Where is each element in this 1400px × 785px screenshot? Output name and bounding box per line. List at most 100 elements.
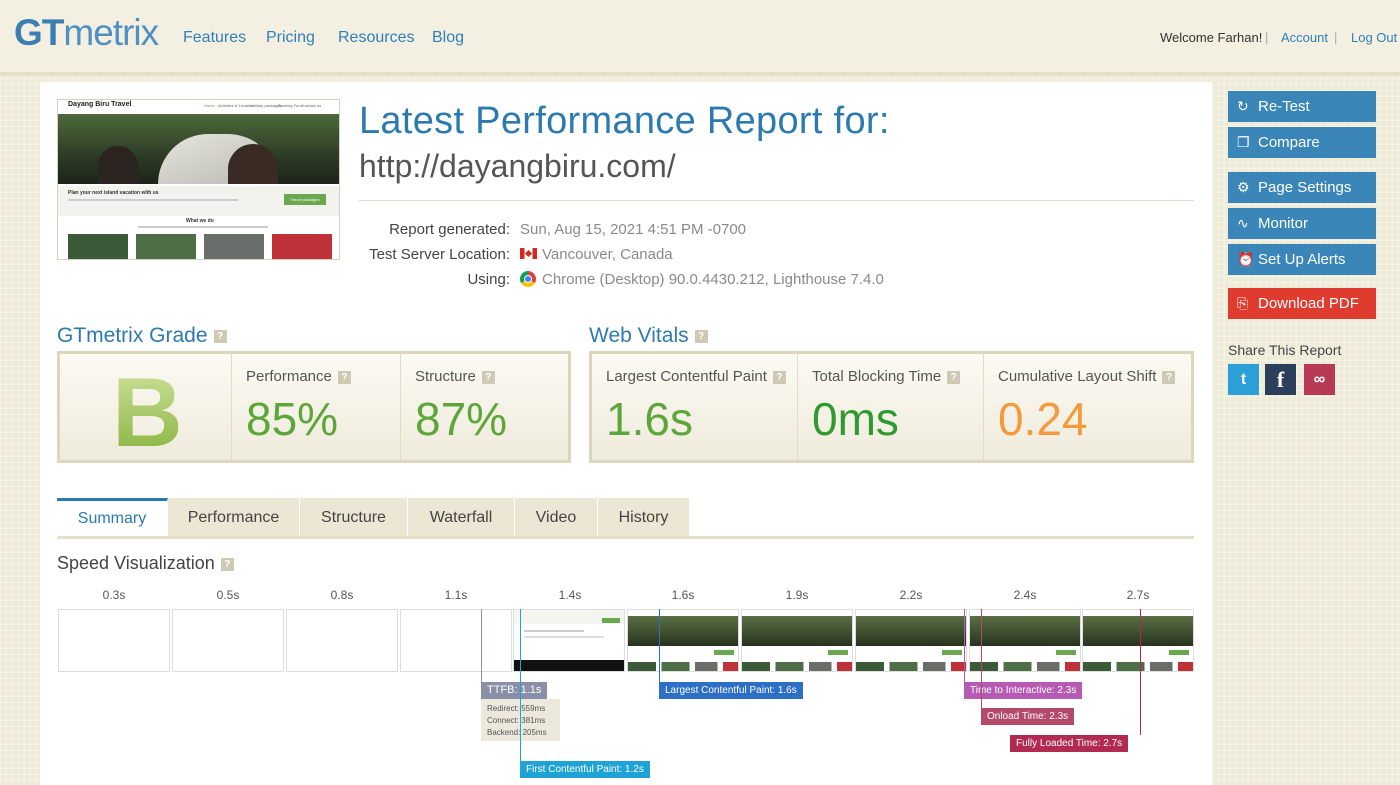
- help-icon[interactable]: ?: [220, 557, 234, 571]
- tbt-cell: Total Blocking Time? 0ms: [798, 354, 984, 460]
- film-time: 2.2s: [899, 588, 923, 602]
- tab-underline: [57, 536, 1194, 539]
- onload-line: [981, 609, 982, 708]
- monitor-button[interactable]: ∿ Monitor: [1228, 208, 1376, 239]
- help-icon[interactable]: ?: [213, 329, 227, 343]
- film-time: 0.3s: [102, 588, 126, 602]
- header: GTmetrix Features Pricing Resources Blog…: [0, 0, 1400, 76]
- thumb-menu: Holiday packages: [250, 103, 282, 108]
- tab-performance[interactable]: Performance: [168, 498, 300, 538]
- page-settings-button[interactable]: ⚙ Page Settings: [1228, 172, 1376, 203]
- share-label: Share This Report: [1228, 342, 1342, 358]
- gear-icon: ⚙: [1237, 179, 1250, 195]
- help-icon[interactable]: ?: [694, 329, 708, 343]
- page-title: Latest Performance Report for:: [359, 100, 890, 142]
- lcp-label: Largest Contentful Paint: [606, 368, 767, 385]
- tab-waterfall[interactable]: Waterfall: [408, 498, 515, 538]
- fully-loaded-line: [1140, 609, 1141, 735]
- fully-loaded-marker: Fully Loaded Time: 2.7s: [1010, 735, 1129, 752]
- grade-box: B Performance? 85% Structure? 87%: [57, 351, 571, 467]
- welcome-text: Welcome Farhan!: [1160, 30, 1263, 45]
- speed-title: Speed Visualization?: [57, 553, 234, 574]
- tbt-value: 0ms: [812, 393, 899, 445]
- setup-alerts-button[interactable]: ⏰ Set Up Alerts: [1228, 244, 1376, 275]
- structure-label: Structure: [415, 368, 476, 385]
- film-frame: [513, 609, 625, 672]
- structure-value: 87%: [415, 393, 508, 445]
- structure-cell: Structure? 87%: [401, 354, 568, 460]
- performance-label: Performance: [246, 368, 332, 385]
- help-icon[interactable]: ?: [481, 370, 495, 384]
- vitals-title: Web Vitals?: [589, 324, 708, 348]
- pulse-icon: ∿: [1237, 215, 1249, 231]
- logout-link[interactable]: Log Out: [1351, 30, 1397, 45]
- thumb-banner: Plan your next island vacation with us T…: [58, 186, 339, 216]
- grade-letter: B: [112, 357, 183, 467]
- thumb-site-title: Dayang Biru Travel: [68, 101, 132, 108]
- nav-blog[interactable]: Blog: [432, 29, 464, 47]
- thumb-header: Dayang Biru Travel Home Activities & Loc…: [58, 100, 339, 112]
- thumb-menu: Activities & Location: [218, 103, 254, 108]
- tbt-label: Total Blocking Time: [812, 368, 942, 385]
- tab-video[interactable]: Video: [515, 498, 598, 538]
- nav-pricing[interactable]: Pricing: [266, 29, 315, 47]
- help-icon[interactable]: ?: [772, 370, 786, 384]
- thumb-menu: Booking Form: [278, 103, 303, 108]
- lcp-line: [659, 609, 660, 682]
- server-value: Vancouver, Canada: [542, 246, 673, 263]
- help-icon[interactable]: ?: [1162, 370, 1176, 384]
- report-url: http://dayangbiru.com/: [359, 148, 676, 184]
- lcp-cell: Largest Contentful Paint? 1.6s: [592, 354, 798, 460]
- generated-label: Report generated:: [389, 221, 510, 238]
- film-time: 0.8s: [330, 588, 354, 602]
- fcp-marker: First Contentful Paint: 1.2s: [520, 761, 650, 778]
- film-time: 0.5s: [216, 588, 240, 602]
- film-frame: [855, 609, 967, 672]
- tab-structure[interactable]: Structure: [300, 498, 408, 538]
- lcp-marker: Largest Contentful Paint: 1.6s: [659, 682, 803, 699]
- film-time: 1.1s: [444, 588, 468, 602]
- chrome-icon: [520, 271, 536, 287]
- film-frame: [400, 609, 512, 672]
- copy-icon: ❐: [1237, 134, 1250, 150]
- link-icon[interactable]: ∞: [1304, 364, 1335, 395]
- nav-resources[interactable]: Resources: [338, 29, 414, 47]
- alarm-clock-icon: ⏰: [1237, 251, 1255, 267]
- retest-button[interactable]: ↻ Re-Test: [1228, 91, 1376, 122]
- lcp-value: 1.6s: [606, 393, 693, 445]
- gtmetrix-logo[interactable]: GTmetrix: [14, 12, 159, 54]
- film-time: 1.4s: [558, 588, 582, 602]
- tti-line: [964, 609, 965, 682]
- onload-marker: Onload Time: 2.3s: [981, 708, 1075, 725]
- compare-button[interactable]: ❐ Compare: [1228, 127, 1376, 158]
- using-value: Chrome (Desktop) 90.0.4430.212, Lighthou…: [542, 271, 884, 288]
- nav-features[interactable]: Features: [183, 29, 246, 47]
- film-time: 1.6s: [671, 588, 695, 602]
- cls-value: 0.24: [998, 393, 1088, 445]
- thumb-menu: Home: [204, 103, 215, 108]
- account-link[interactable]: Account: [1281, 30, 1328, 45]
- tab-summary[interactable]: Summary: [57, 498, 168, 538]
- refresh-icon: ↻: [1237, 98, 1249, 114]
- server-label: Test Server Location:: [369, 246, 510, 263]
- generated-value: Sun, Aug 15, 2021 4:51 PM -0700: [520, 221, 747, 238]
- facebook-icon[interactable]: f: [1265, 364, 1296, 395]
- help-icon[interactable]: ?: [337, 370, 351, 384]
- film-frame: [172, 609, 284, 672]
- film-frame: [627, 609, 739, 672]
- film-frame: [741, 609, 853, 672]
- help-icon[interactable]: ?: [947, 370, 961, 384]
- twitter-icon[interactable]: t: [1228, 364, 1259, 395]
- grade-letter-cell: B: [60, 354, 232, 467]
- grade-title: GTmetrix Grade?: [57, 324, 227, 348]
- film-frame: [1082, 609, 1194, 672]
- tab-history[interactable]: History: [598, 498, 690, 538]
- separator: |: [1334, 30, 1338, 45]
- canada-flag-icon: [520, 248, 537, 259]
- performance-cell: Performance? 85%: [232, 354, 401, 460]
- thumb-cta: Travel packages: [284, 194, 326, 205]
- download-pdf-button[interactable]: ⎘ Download PDF: [1228, 288, 1376, 319]
- film-time: 2.7s: [1126, 588, 1150, 602]
- ttfb-marker: TTFB: 1.1s: [481, 682, 548, 699]
- thumb-menu: Contact us: [302, 103, 322, 108]
